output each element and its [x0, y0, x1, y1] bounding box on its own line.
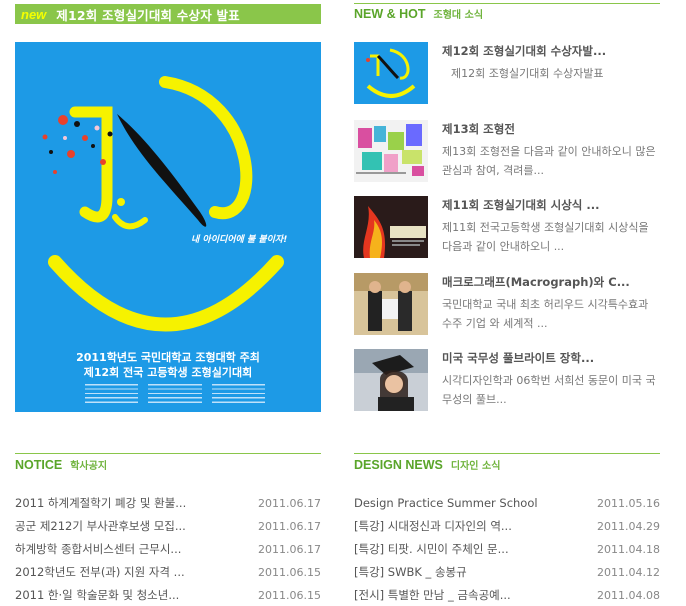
design-row[interactable]: [특강] SWBK _ 송봉규 2011.04.12 [354, 561, 660, 583]
design-heading: DESIGN NEWS [354, 458, 443, 472]
notice-row-date: 2011.06.17 [258, 542, 321, 556]
news-item[interactable]: 제13회 조형전 제13회 조형전을 다음과 같이 안내하오니 많은 관심과 참… [354, 120, 660, 186]
news-title[interactable]: 미국 국무성 풀브라이트 장학... [442, 350, 658, 366]
notice-row-date: 2011.06.15 [258, 565, 321, 579]
hot-subheading: 조형대 소식 [433, 10, 484, 21]
news-thumbnail[interactable] [354, 273, 428, 335]
featured-poster[interactable]: 내 아이디어에 불 붙이자! 2011학년도 국민대학교 조형대학 주최 제12… [15, 42, 321, 412]
notice-row[interactable]: 2011 한·일 학술문화 및 청소년... 2011.06.15 [15, 584, 321, 606]
notice-rule [15, 453, 321, 454]
news-title[interactable]: 제11회 조형실기대회 시상식 ... [442, 197, 658, 213]
news-title[interactable]: 제13회 조형전 [442, 121, 658, 137]
notice-row[interactable]: 2011 하계계절학기 폐강 및 환불... 2011.06.17 [15, 492, 321, 514]
design-row-date: 2011.04.12 [597, 565, 660, 579]
design-row-title[interactable]: [특강] SWBK _ 송봉규 [354, 564, 467, 580]
news-desc: 국민대학교 국내 최초 허리우드 시각특수효과 수주 기업 와 세계적 ... [442, 298, 649, 330]
news-title[interactable]: 매크로그래프(Macrograph)와 C... [442, 274, 658, 290]
hot-section-header: NEW & HOT 조형대 소식 [354, 6, 483, 21]
notice-row-date: 2011.06.17 [258, 519, 321, 533]
news-thumbnail[interactable] [354, 349, 428, 411]
news-desc: 제11회 전국고등학생 조형실기대회 시상식을 다음과 같이 안내하오니 ... [442, 221, 649, 253]
news-item[interactable]: 매크로그래프(Macrograph)와 C... 국민대학교 국내 최초 허리우… [354, 273, 660, 339]
design-row-title[interactable]: Design Practice Summer School [354, 496, 538, 510]
notice-row[interactable]: 공군 제212기 부사관후보생 모집... 2011.06.17 [15, 515, 321, 537]
news-desc: 시각디자인학과 06학번 서희선 동문이 미국 국무성의 풀브... [442, 374, 656, 406]
news-desc: 제12회 조형실기대회 수상자발표 [451, 67, 604, 80]
notice-row-title[interactable]: 2011 하계계절학기 폐강 및 환불... [15, 495, 186, 511]
notice-row-date: 2011.06.15 [258, 588, 321, 602]
notice-heading: NOTICE [15, 458, 63, 472]
design-row[interactable]: [전시] 특별한 만남 _ 금속공예... 2011.04.08 [354, 584, 660, 606]
design-row[interactable]: Design Practice Summer School 2011.05.16 [354, 492, 660, 514]
news-item[interactable]: 제12회 조형실기대회 수상자발... 제12회 조형실기대회 수상자발표 [354, 42, 660, 108]
design-row-date: 2011.04.08 [597, 588, 660, 602]
news-thumbnail[interactable] [354, 42, 428, 104]
notice-row-title[interactable]: 공군 제212기 부사관후보생 모집... [15, 518, 186, 534]
design-row-title[interactable]: [특강] 시대정신과 디자인의 역... [354, 518, 512, 534]
notice-row[interactable]: 2012학년도 전부(과) 지원 자격 ... 2011.06.15 [15, 561, 321, 583]
hot-heading: NEW & HOT [354, 7, 426, 21]
design-row-date: 2011.04.29 [597, 519, 660, 533]
poster-fine-print [85, 384, 265, 406]
featured-header: new 제12회 조형실기대회 수상자 발표 [15, 4, 321, 24]
notice-row-title[interactable]: 2012학년도 전부(과) 지원 자격 ... [15, 564, 185, 580]
notice-row[interactable]: 하계방학 종합서비스센터 근무시... 2011.06.17 [15, 538, 321, 560]
news-thumbnail[interactable] [354, 196, 428, 258]
design-section-header: DESIGN NEWS 디자인 소식 [354, 457, 500, 472]
design-row-date: 2011.05.16 [597, 496, 660, 510]
news-item[interactable]: 제11회 조형실기대회 시상식 ... 제11회 전국고등학생 조형실기대회 시… [354, 196, 660, 262]
news-desc: 제13회 조형전을 다음과 같이 안내하오니 많은 관심과 참여, 격려를... [442, 145, 656, 177]
design-row[interactable]: [특강] 티팟. 시민이 주체인 문... 2011.04.18 [354, 538, 660, 560]
notice-row-date: 2011.06.17 [258, 496, 321, 510]
design-subheading: 디자인 소식 [450, 461, 501, 472]
design-rule [354, 453, 660, 454]
notice-row-title[interactable]: 하계방학 종합서비스센터 근무시... [15, 541, 181, 557]
design-row-date: 2011.04.18 [597, 542, 660, 556]
design-row[interactable]: [특강] 시대정신과 디자인의 역... 2011.04.29 [354, 515, 660, 537]
notice-section-header: NOTICE 학사공지 [15, 457, 107, 472]
news-thumbnail[interactable] [354, 120, 428, 182]
design-row-title[interactable]: [특강] 티팟. 시민이 주체인 문... [354, 541, 509, 557]
news-item[interactable]: 미국 국무성 풀브라이트 장학... 시각디자인학과 06학번 서희선 동문이 … [354, 349, 660, 415]
poster-line-2: 제12회 전국 고등학생 조형실기대회 [83, 366, 253, 379]
notice-subheading: 학사공지 [70, 461, 108, 472]
hot-rule [354, 3, 660, 4]
featured-title-link[interactable]: 제12회 조형실기대회 수상자 발표 [56, 5, 240, 24]
poster-slogan: 내 아이디어에 불 붙이자! [191, 235, 288, 245]
news-title[interactable]: 제12회 조형실기대회 수상자발... [442, 43, 658, 59]
new-badge: new [21, 6, 47, 22]
poster-line-1: 2011학년도 국민대학교 조형대학 주최 [76, 351, 260, 364]
